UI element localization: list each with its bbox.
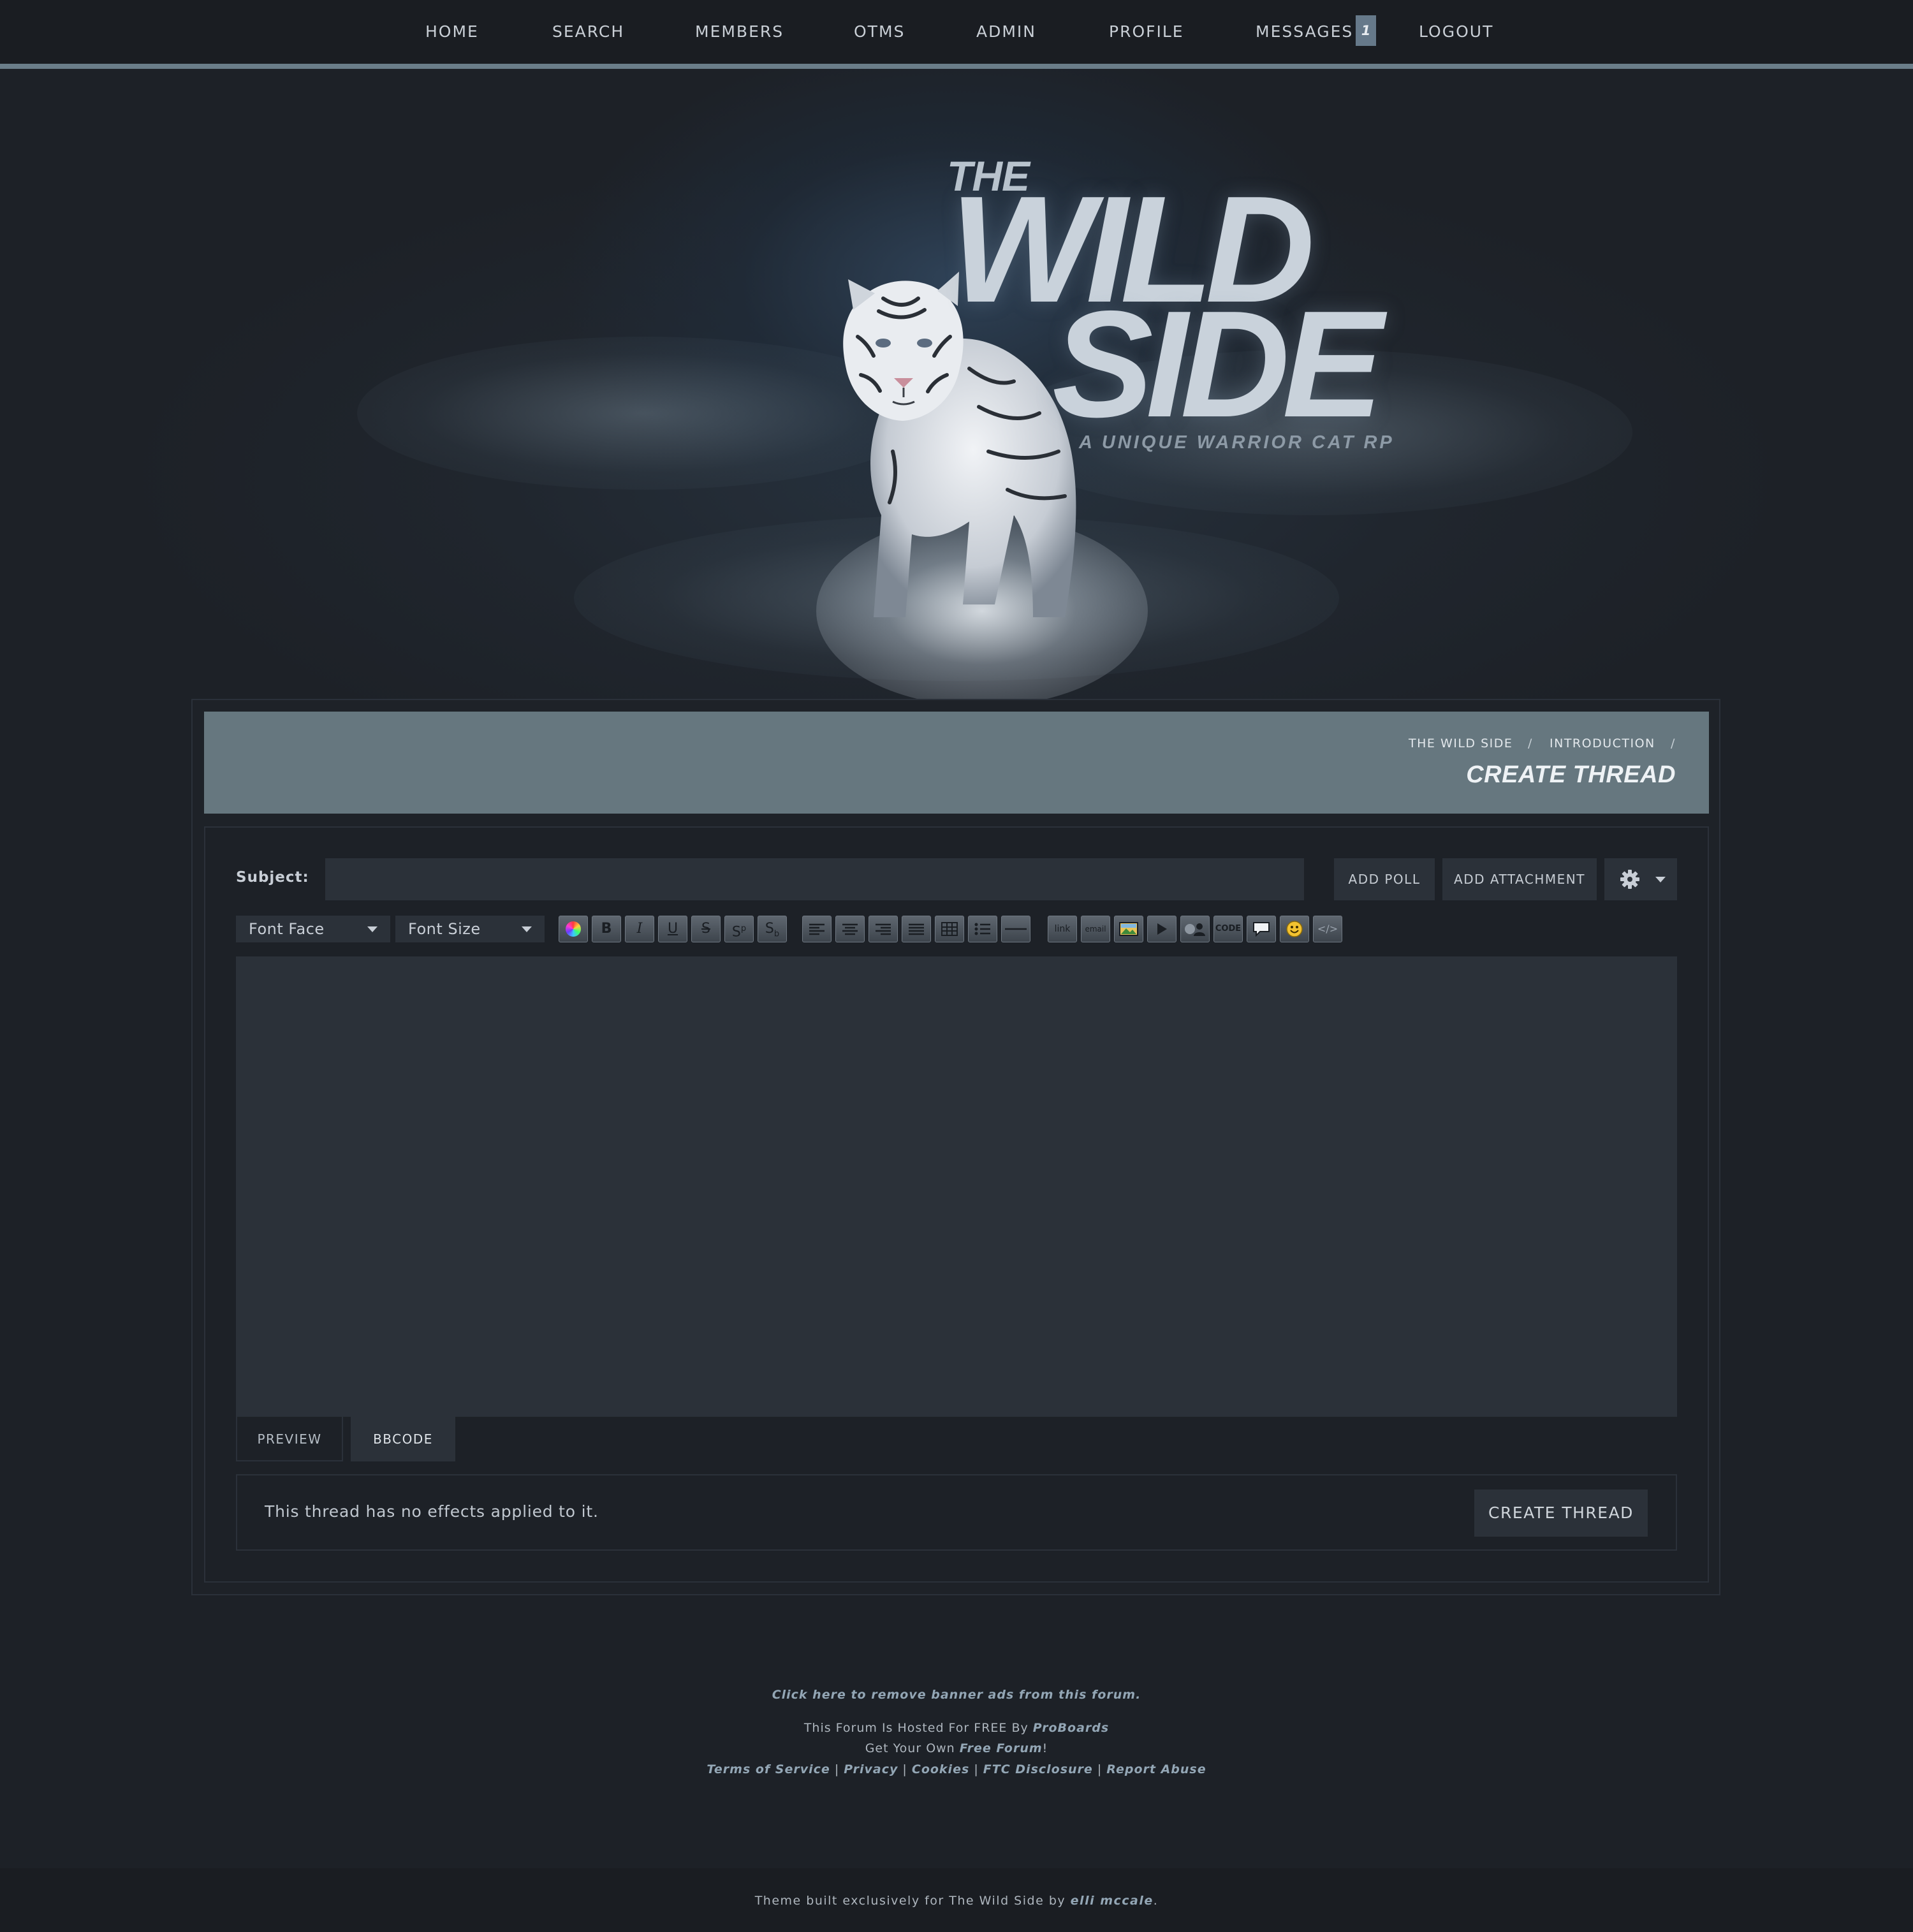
image-icon[interactable] <box>1114 916 1143 942</box>
nav-logout[interactable]: LOGOUT <box>1419 0 1493 64</box>
page-title: CREATE THREAD <box>1466 761 1676 788</box>
superscript-mark: p <box>740 924 747 933</box>
nav-search[interactable]: SEARCH <box>552 0 624 64</box>
logo-tagline: A UNIQUE WARRIOR CAT RP <box>1079 432 1395 453</box>
footer-hosted-line: This Forum Is Hosted For FREE By ProBoar… <box>0 1721 1913 1735</box>
nav-messages[interactable]: MESSAGES <box>1256 0 1353 64</box>
own-forum-suffix: ! <box>1042 1741 1048 1755</box>
font-face-label: Font Face <box>249 920 325 938</box>
top-navigation: HOME SEARCH MEMBERS OTMS ADMIN PROFILE M… <box>0 0 1913 69</box>
code-icon[interactable]: CODE <box>1213 916 1243 942</box>
report-abuse-link[interactable]: Report Abuse <box>1106 1762 1206 1776</box>
nav-members[interactable]: MEMBERS <box>695 0 784 64</box>
effects-status-text: This thread has no effects applied to it… <box>265 1502 599 1521</box>
footer-legal-links: Terms of Service | Privacy | Cookies | F… <box>0 1762 1913 1776</box>
breadcrumb-separator: / <box>1671 736 1675 750</box>
align-left-icon[interactable] <box>802 916 832 942</box>
align-right-lines <box>876 923 891 935</box>
play-triangle <box>1157 923 1167 935</box>
forum-banner: THE WILD SIDE A UNIQUE WARRIOR CAT RP <box>0 69 1913 699</box>
subscript-glyph: S <box>765 921 774 937</box>
terms-link[interactable]: Terms of Service <box>707 1762 830 1776</box>
underline-icon[interactable]: U <box>658 916 687 942</box>
user-silhouette <box>1185 923 1205 936</box>
theme-author-link[interactable]: elli mccale <box>1071 1894 1154 1908</box>
breadcrumb-board[interactable]: INTRODUCTION <box>1550 736 1655 750</box>
own-forum-text: Get Your Own <box>865 1741 960 1755</box>
list-lines <box>974 923 990 935</box>
bold-icon[interactable]: B <box>592 916 621 942</box>
superscript-glyph: S <box>731 924 741 940</box>
subject-input[interactable] <box>325 858 1304 900</box>
chevron-down-icon <box>1655 877 1666 882</box>
justify-lines <box>909 923 924 935</box>
source-icon[interactable]: </> <box>1313 916 1342 942</box>
post-options-button[interactable] <box>1604 858 1677 900</box>
font-size-label: Font Size <box>408 920 481 938</box>
speech-bubble <box>1253 922 1270 937</box>
privacy-link[interactable]: Privacy <box>844 1762 898 1776</box>
italic-icon[interactable]: I <box>625 916 654 942</box>
link-separator: | <box>974 1762 979 1776</box>
emoji-icon[interactable] <box>1280 916 1309 942</box>
create-thread-button[interactable]: CREATE THREAD <box>1474 1489 1648 1537</box>
proboards-link[interactable]: ProBoards <box>1033 1721 1109 1735</box>
tab-preview[interactable]: PREVIEW <box>236 1417 343 1461</box>
breadcrumb-separator: / <box>1528 736 1532 750</box>
add-poll-button[interactable]: ADD POLL <box>1334 858 1435 900</box>
rule-line <box>1005 928 1027 930</box>
message-editor[interactable] <box>236 956 1677 1417</box>
messages-count-badge[interactable]: 1 <box>1356 15 1376 46</box>
link-icon[interactable]: link <box>1048 916 1077 942</box>
remove-ads-link[interactable]: Click here to remove banner ads from thi… <box>772 1688 1141 1702</box>
video-icon[interactable] <box>1147 916 1176 942</box>
breadcrumb-forum[interactable]: THE WILD SIDE <box>1409 736 1513 750</box>
quote-icon[interactable] <box>1247 916 1276 942</box>
image-picture <box>1119 922 1138 936</box>
nav-profile[interactable]: PROFILE <box>1109 0 1184 64</box>
link-separator: | <box>902 1762 907 1776</box>
gear-icon <box>1620 870 1639 889</box>
user-icon[interactable] <box>1180 916 1210 942</box>
font-face-select[interactable]: Font Face <box>236 916 390 942</box>
theme-credit: Theme built exclusively for The Wild Sid… <box>0 1894 1913 1908</box>
smiley-face <box>1286 921 1303 937</box>
nav-admin[interactable]: ADMIN <box>976 0 1036 64</box>
align-left-lines <box>809 923 825 935</box>
subscript-mark: b <box>773 929 780 939</box>
superscript-icon[interactable]: Sp <box>724 916 754 942</box>
add-attachment-button[interactable]: ADD ATTACHMENT <box>1442 858 1597 900</box>
horizontal-rule-icon[interactable] <box>1001 916 1030 942</box>
chevron-down-icon <box>522 926 532 932</box>
nav-otms[interactable]: OTMS <box>854 0 905 64</box>
credit-suffix: . <box>1153 1894 1159 1908</box>
ftc-disclosure-link[interactable]: FTC Disclosure <box>983 1762 1093 1776</box>
table-grid <box>941 922 958 936</box>
logo-side: SIDE <box>1052 280 1383 449</box>
footer-remove-ads: Click here to remove banner ads from thi… <box>0 1688 1913 1702</box>
email-icon[interactable]: email <box>1081 916 1110 942</box>
subject-label: Subject: <box>236 869 309 886</box>
font-size-select[interactable]: Font Size <box>395 916 545 942</box>
align-center-lines <box>842 923 858 935</box>
subscript-icon[interactable]: Sb <box>758 916 787 942</box>
align-right-icon[interactable] <box>869 916 898 942</box>
link-separator: | <box>1097 1762 1103 1776</box>
list-icon[interactable] <box>968 916 997 942</box>
nav-home[interactable]: HOME <box>425 0 479 64</box>
footer-own-forum-line: Get Your Own Free Forum! <box>0 1741 1913 1755</box>
align-center-icon[interactable] <box>835 916 865 942</box>
justify-icon[interactable] <box>902 916 931 942</box>
cookies-link[interactable]: Cookies <box>912 1762 969 1776</box>
color-icon[interactable] <box>559 916 588 942</box>
tab-bbcode[interactable]: BBCODE <box>351 1417 455 1461</box>
link-separator: | <box>834 1762 840 1776</box>
free-forum-link[interactable]: Free Forum <box>960 1741 1043 1755</box>
chevron-down-icon <box>367 926 377 932</box>
table-icon[interactable] <box>935 916 964 942</box>
credit-text: Theme built exclusively for The Wild Sid… <box>754 1894 1071 1908</box>
hosted-text: This Forum Is Hosted For FREE By <box>803 1721 1033 1735</box>
color-wheel <box>566 921 581 937</box>
strikethrough-icon[interactable]: S <box>691 916 721 942</box>
